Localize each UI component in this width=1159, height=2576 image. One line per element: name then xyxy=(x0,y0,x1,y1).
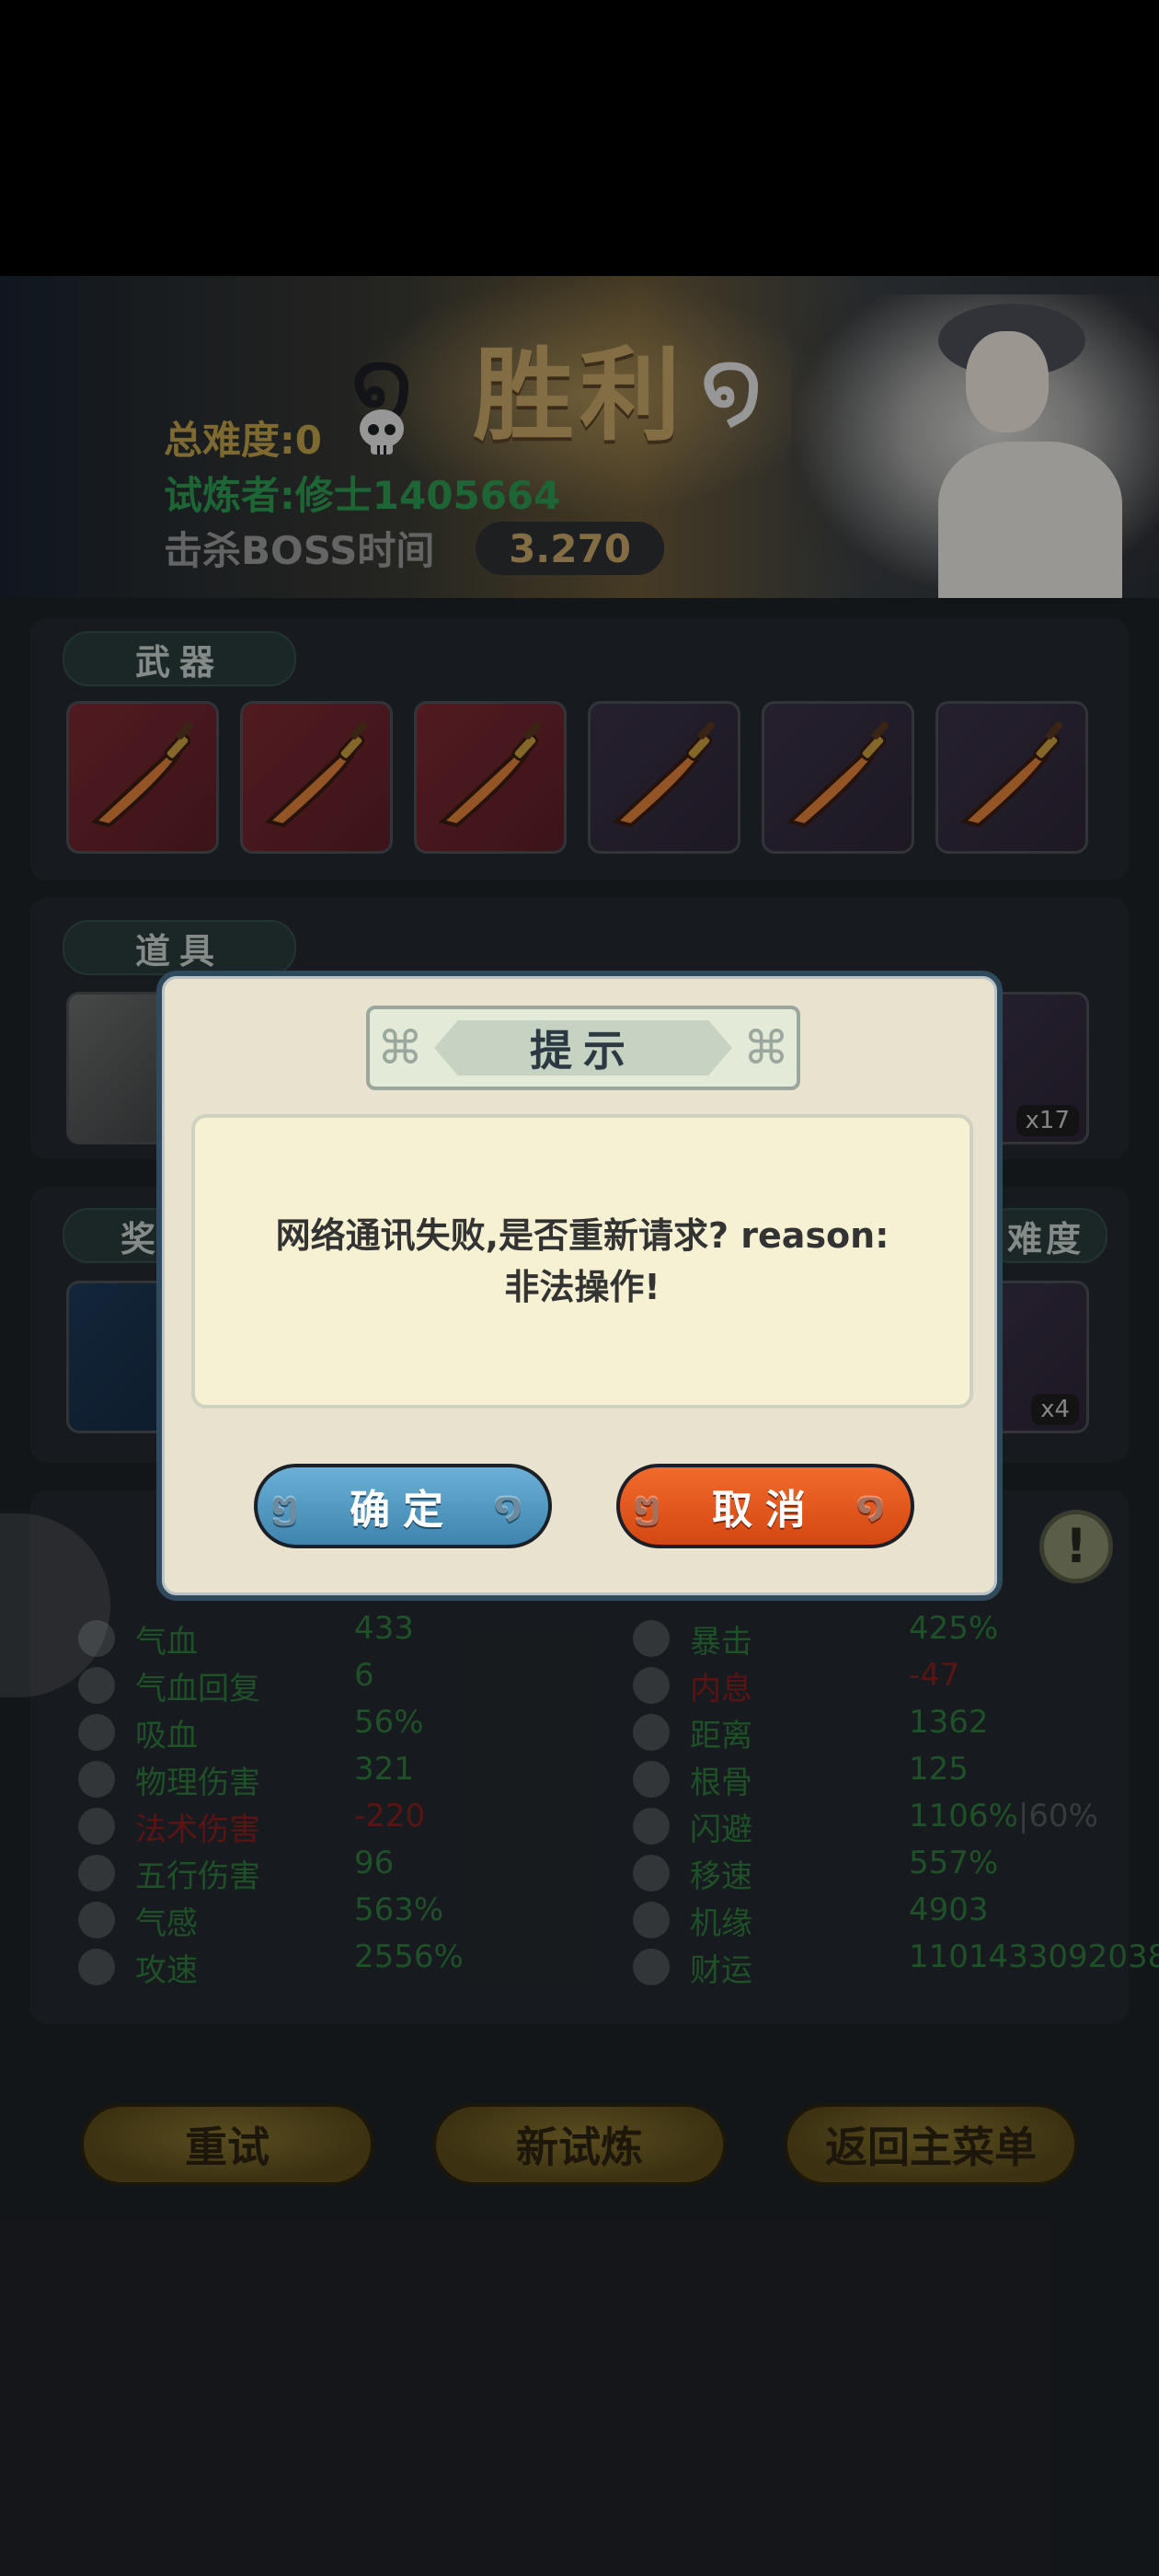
dialog-message-box: 网络通讯失败,是否重新请求? reason:非法操作! xyxy=(191,1114,973,1409)
dialog-message: 网络通讯失败,是否重新请求? reason:非法操作! xyxy=(275,1215,889,1307)
alert-dialog: ⌘ 提示 ⌘ 网络通讯失败,是否重新请求? reason:非法操作! ໆ 确定 … xyxy=(156,971,1003,1601)
info-icon[interactable]: ! xyxy=(1039,1510,1113,1583)
confirm-left-swirl: ໆ xyxy=(270,1484,312,1526)
confirm-label: 确定 xyxy=(350,1487,456,1534)
dialog-title: 提示 xyxy=(434,1020,732,1075)
cancel-left-swirl: ໆ xyxy=(633,1484,674,1526)
cancel-label: 取消 xyxy=(712,1487,819,1534)
cancel-right-swirl: ໑ xyxy=(856,1484,898,1526)
right-corner-ornament: ⌘ xyxy=(743,1021,789,1075)
left-corner-ornament: ⌘ xyxy=(377,1021,423,1075)
confirm-button[interactable]: ໆ 确定 ໑ xyxy=(254,1464,552,1548)
cancel-button[interactable]: ໆ 取消 ໑ xyxy=(616,1464,914,1548)
confirm-right-swirl: ໑ xyxy=(494,1484,535,1526)
dialog-title-frame: ⌘ 提示 ⌘ xyxy=(366,1006,800,1090)
